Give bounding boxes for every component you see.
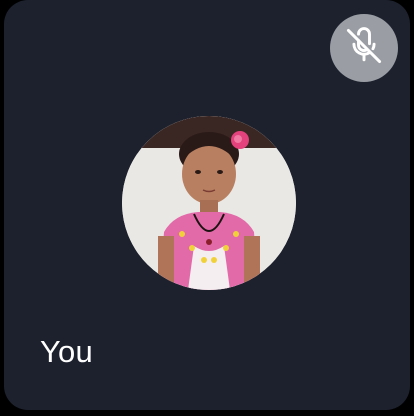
participant-name: You [40,334,93,369]
participant-tile[interactable]: You [4,0,410,410]
avatar [122,116,296,290]
mic-off-icon [342,24,386,73]
avatar-photo [122,116,296,290]
mic-muted-button[interactable] [330,14,398,82]
